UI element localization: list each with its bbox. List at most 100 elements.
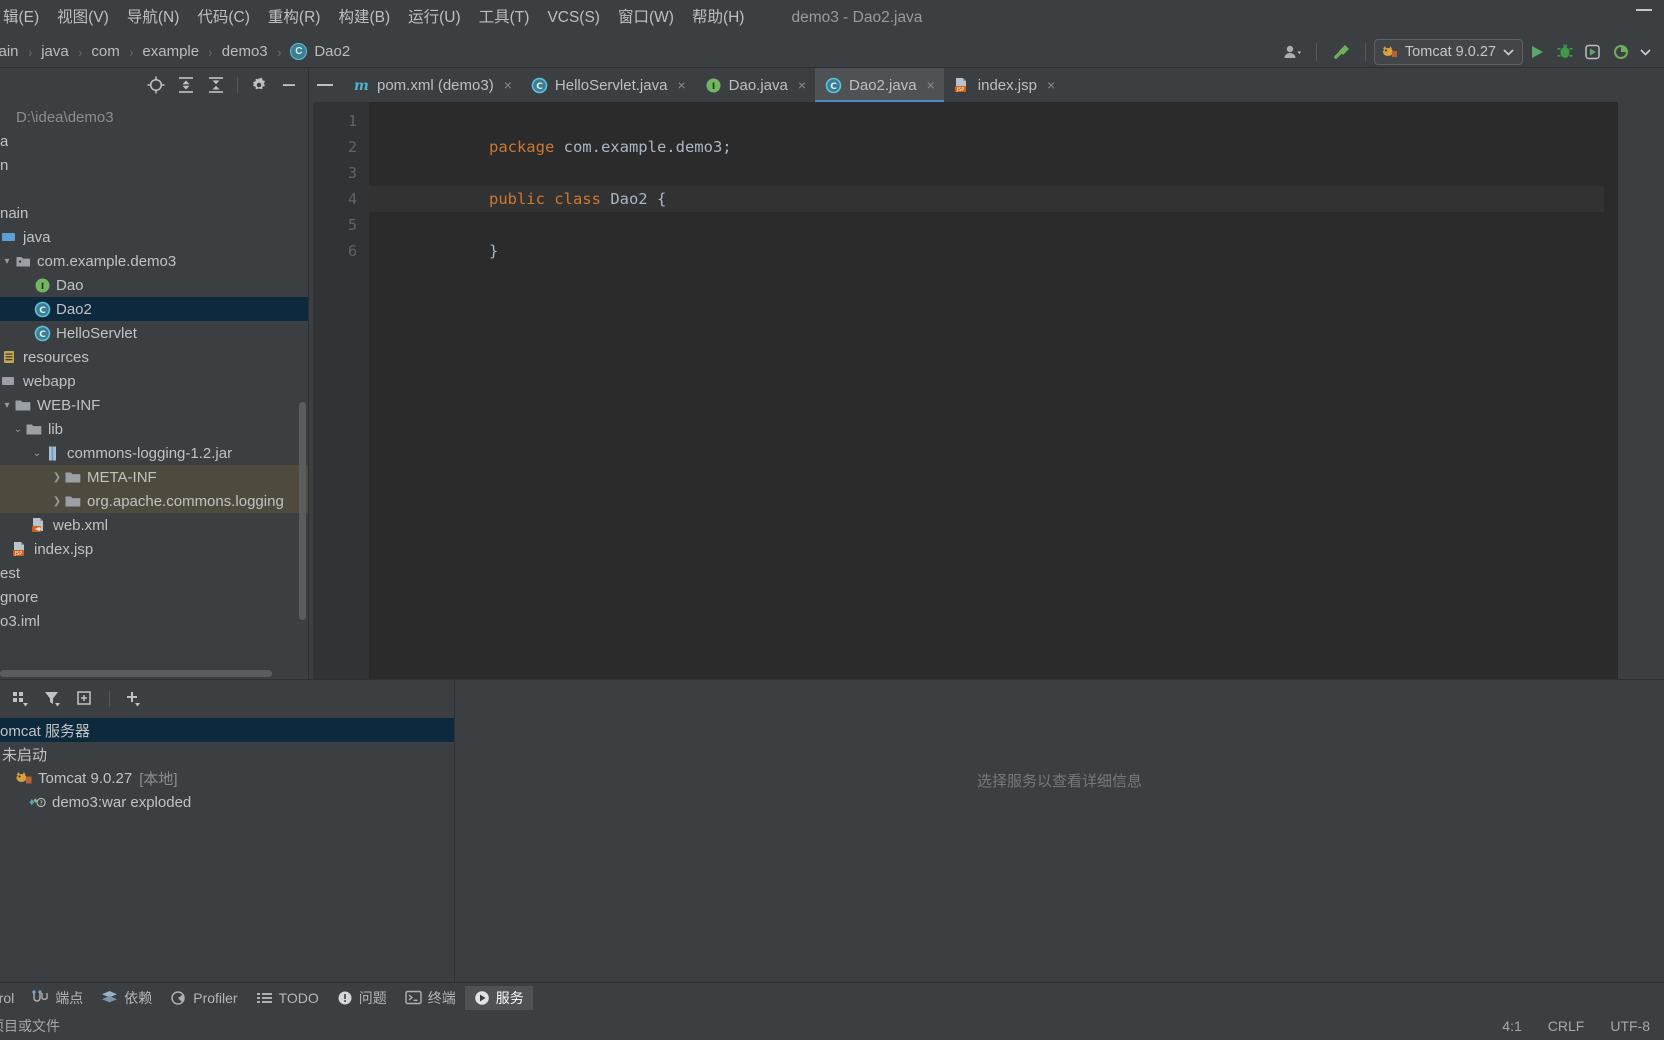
close-icon[interactable]: × [1047, 77, 1055, 93]
hide-editor-icon[interactable] [317, 84, 333, 86]
chevron-right-icon[interactable]: ❯ [50, 496, 64, 507]
tool-window-button-terminal[interactable]: 终端 [396, 986, 465, 1010]
line-separator[interactable]: CRLF [1548, 1018, 1585, 1034]
tree-row-package[interactable]: ▾ com.example.demo3 [0, 249, 308, 273]
tree-row-webapp[interactable]: webapp [0, 369, 308, 393]
tree-row-meta-inf[interactable]: ❯ META-INF [0, 465, 308, 489]
tree-row-webxml[interactable]: < web.xml [0, 513, 308, 537]
editor-tab-index-jsp[interactable]: JSP index.jsp × [944, 68, 1064, 102]
code-content[interactable]: package com.example.demo3; public class … [369, 102, 1618, 679]
tool-window-button-profiler[interactable]: Profiler [161, 986, 246, 1010]
caret-position[interactable]: 4:1 [1502, 1018, 1521, 1034]
tool-window-button-dependencies[interactable]: 依赖 [92, 986, 161, 1010]
project-tree-vertical-scrollbar[interactable] [299, 402, 306, 620]
resource-root-icon [0, 350, 18, 364]
editor-tab-pom-xml[interactable]: m pom.xml (demo3) × [343, 68, 521, 102]
group-by-icon[interactable] [6, 686, 36, 712]
tool-window-button-problems[interactable]: 问题 [328, 986, 396, 1010]
chevron-down-icon[interactable]: ⌄ [30, 448, 44, 459]
settings-gear-icon[interactable] [244, 72, 274, 98]
file-encoding[interactable]: UTF-8 [1610, 1018, 1650, 1034]
breadcrumb-item-com[interactable]: com [91, 43, 119, 60]
tree-row-project-root[interactable]: D:\idea\demo3 [0, 105, 308, 129]
chevron-down-icon[interactable] [1503, 48, 1514, 56]
close-icon[interactable]: × [798, 77, 806, 93]
filter-icon[interactable] [38, 686, 68, 712]
tree-row-resources[interactable]: resources [0, 345, 308, 369]
run-configuration-selector[interactable]: Tomcat 9.0.27 [1373, 39, 1523, 65]
menu-item-help[interactable]: 帮助(H) [683, 8, 754, 28]
editor-tab-helloservlet-java[interactable]: C HelloServlet.java × [521, 68, 695, 102]
breadcrumb-item-example[interactable]: example [142, 43, 199, 60]
chevron-down-icon[interactable] [1635, 39, 1656, 65]
project-tree-horizontal-scrollbar[interactable] [0, 670, 308, 677]
editor-vertical-scrollbar[interactable] [1604, 102, 1618, 679]
locate-icon[interactable] [141, 72, 171, 98]
tree-row-helloservlet[interactable]: C HelloServlet [0, 321, 308, 345]
tree-row-jar[interactable]: ⌄ commons-logging-1.2.jar [0, 441, 308, 465]
tree-row-iml[interactable]: o3.iml [0, 609, 308, 633]
menu-item-refactor[interactable]: 重构(R) [259, 8, 330, 28]
expand-all-icon[interactable] [171, 72, 201, 98]
menu-item-navigate[interactable]: 导航(N) [118, 8, 189, 28]
tree-row-java[interactable]: java [0, 225, 308, 249]
menu-item-vcs[interactable]: VCS(S) [538, 8, 609, 28]
menu-item-code[interactable]: 代码(C) [188, 8, 259, 28]
scrollbar-thumb[interactable] [0, 670, 272, 677]
tool-window-button-todo[interactable]: TODO [247, 986, 328, 1010]
editor-tab-dao2-java[interactable]: C Dao2.java × [815, 68, 944, 102]
close-icon[interactable]: × [504, 77, 512, 93]
tree-row-lib[interactable]: ⌄ lib [0, 417, 308, 441]
tree-row-dao[interactable]: I Dao [0, 273, 308, 297]
breadcrumb-item-dao2[interactable]: Dao2 [314, 43, 350, 60]
project-tree[interactable]: D:\idea\demo3 a n nain java ▾ com.exampl… [0, 102, 308, 679]
tree-row-dao2[interactable]: C Dao2 [0, 297, 308, 321]
tree-row[interactable]: n [0, 153, 308, 177]
menu-item-tools[interactable]: 工具(T) [470, 8, 539, 28]
hide-icon[interactable] [274, 72, 304, 98]
collapse-all-icon[interactable] [201, 72, 231, 98]
add-service-icon[interactable] [119, 686, 149, 712]
menu-item-view[interactable]: 视图(V) [48, 8, 118, 28]
tree-row-org-apache-commons-logging[interactable]: ❯ org.apache.commons.logging [0, 489, 308, 513]
tree-row[interactable]: a [0, 129, 308, 153]
minimize-icon[interactable] [1636, 9, 1652, 11]
close-icon[interactable]: × [677, 77, 685, 93]
hammer-icon[interactable] [1325, 39, 1357, 65]
tool-window-button-endpoints[interactable]: 端点 [23, 986, 92, 1010]
close-icon[interactable]: × [927, 77, 935, 93]
services-tree[interactable]: omcat 服务器 未启动 Tomcat 9.0.27 [本地] ? demo3… [0, 718, 454, 982]
menu-item-window[interactable]: 窗口(W) [609, 8, 683, 28]
editor-tab-dao-java[interactable]: I Dao.java × [695, 68, 815, 102]
menu-item-build[interactable]: 构建(B) [329, 8, 399, 28]
breadcrumb-item-demo3[interactable]: demo3 [222, 43, 268, 60]
menu-item-edit[interactable]: 辑(E) [0, 8, 48, 28]
run-icon[interactable] [1523, 39, 1551, 65]
code-editor[interactable]: 1 2 3 4 5 6 package com.example.demo3; p… [309, 102, 1664, 679]
debug-icon[interactable] [1551, 39, 1579, 65]
tree-row-webinf[interactable]: ▾ WEB-INF [0, 393, 308, 417]
breadcrumb: main › java › com › example › demo3 › C … [0, 43, 350, 60]
chevron-down-icon[interactable]: ▾ [0, 400, 14, 411]
add-frame-icon[interactable] [70, 686, 100, 712]
chevron-down-icon[interactable]: ⌄ [11, 424, 25, 435]
rerun-icon[interactable] [1579, 39, 1607, 65]
tree-row-gitignore[interactable]: gnore [0, 585, 308, 609]
editor-gutter[interactable]: 1 2 3 4 5 6 [309, 102, 369, 679]
services-row-tomcat-server[interactable]: omcat 服务器 [0, 718, 454, 742]
menu-item-run[interactable]: 运行(U) [399, 8, 470, 28]
tree-row-indexjsp[interactable]: JSP index.jsp [0, 537, 308, 561]
tool-window-button-services[interactable]: 服务 [464, 985, 533, 1010]
tool-window-button-version-control[interactable]: ntrol [0, 986, 23, 1010]
tree-row-test[interactable]: est [0, 561, 308, 585]
breadcrumb-item-main[interactable]: main [0, 43, 19, 60]
services-row-demo3-war-exploded[interactable]: ? demo3:war exploded [0, 790, 454, 814]
breadcrumb-item-java[interactable]: java [41, 43, 69, 60]
coverage-icon[interactable] [1607, 39, 1635, 65]
chevron-down-icon[interactable]: ▾ [0, 256, 14, 267]
user-icon[interactable] [1278, 39, 1308, 65]
chevron-right-icon[interactable]: ❯ [50, 472, 64, 483]
services-row-not-started[interactable]: 未启动 [0, 742, 454, 766]
tree-row-main[interactable]: nain [0, 201, 308, 225]
services-row-tomcat-9027[interactable]: Tomcat 9.0.27 [本地] [0, 766, 454, 790]
